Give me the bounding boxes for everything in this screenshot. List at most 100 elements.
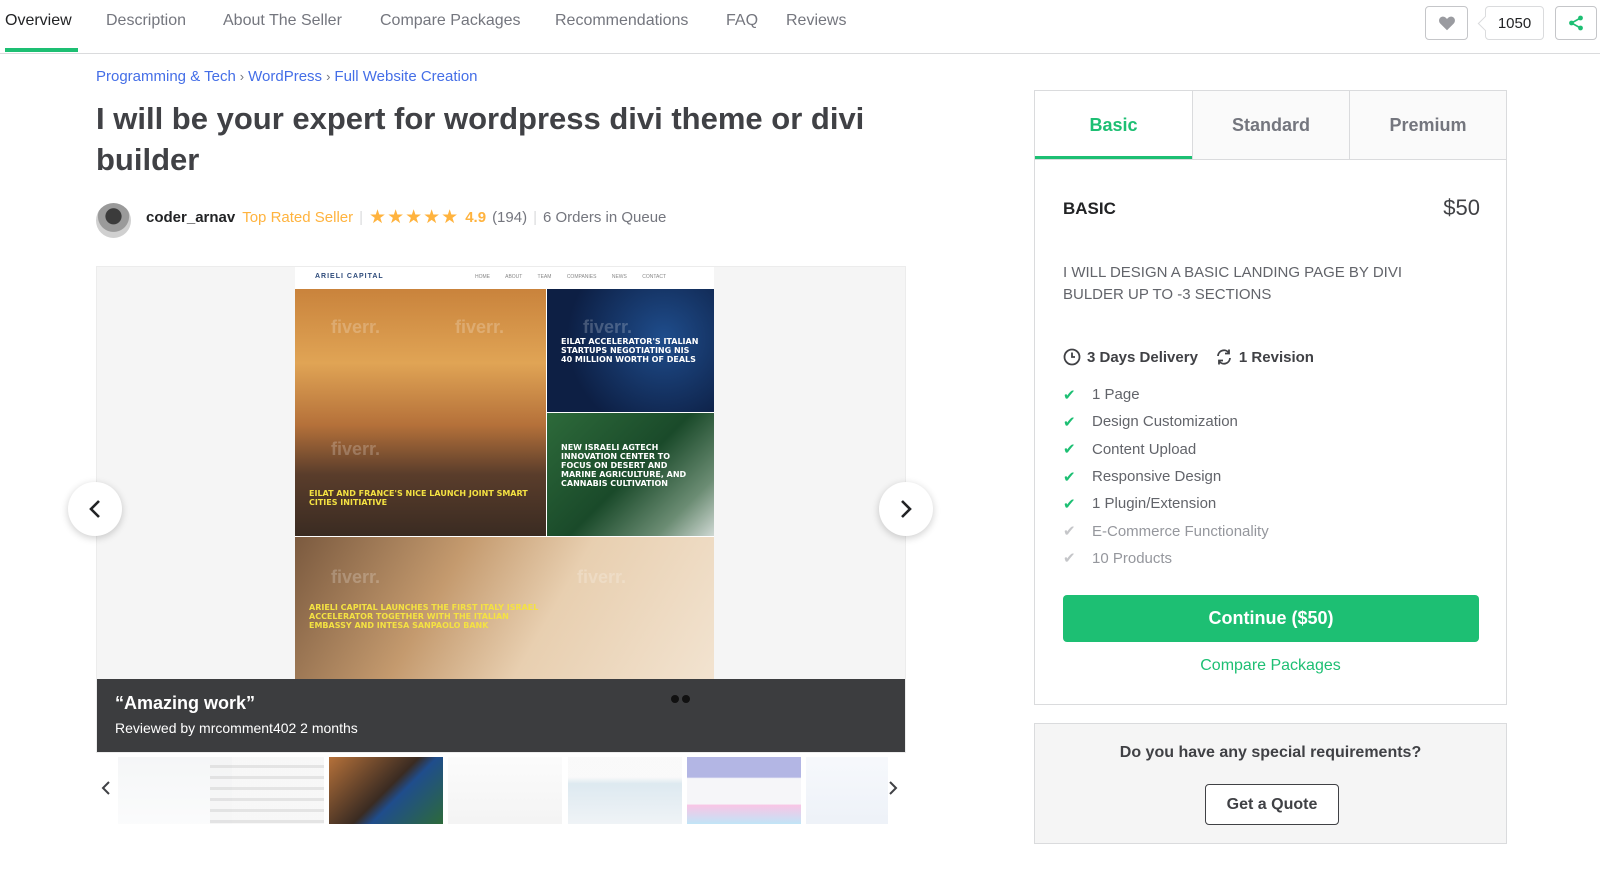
seller-avatar[interactable]	[96, 203, 131, 238]
seller-name[interactable]: coder_arnav	[146, 209, 235, 226]
fiverr-watermark: fiverr.	[583, 317, 633, 337]
preview-headline: Eilat and France's Nice launch joint sma…	[309, 489, 528, 507]
gallery-thumbnail-active[interactable]	[329, 757, 443, 824]
preview-tile: fiverr. fiverr. Arieli Capital launches …	[295, 537, 714, 679]
thumbs-prev-button[interactable]	[101, 779, 111, 802]
feature-label: E-Commerce Functionality	[1092, 522, 1269, 540]
package-panel: Basic Standard Premium BASIC $50 I WILL …	[1034, 90, 1507, 705]
checkmark-icon: ✔	[1063, 413, 1076, 431]
chevron-right-icon	[889, 781, 898, 795]
fiverr-watermark: fiverr.	[331, 567, 381, 587]
feature-label: Content Upload	[1092, 440, 1197, 458]
clock-icon	[1063, 348, 1081, 366]
continue-button[interactable]: Continue ($50)	[1063, 595, 1479, 642]
compare-packages-label[interactable]: Compare Packages	[1200, 657, 1341, 674]
gallery-prev-button[interactable]	[68, 482, 122, 536]
preview-site-header: ARIELI CAPITAL HOME ABOUT TEAM COMPANIES…	[295, 267, 714, 289]
tab-compare-packages[interactable]: Compare Packages	[380, 12, 521, 30]
gallery-thumbnail[interactable]	[687, 757, 801, 824]
feature-label: 1 Page	[1092, 386, 1140, 404]
refresh-icon	[1215, 348, 1233, 366]
favorite-button[interactable]	[1425, 6, 1468, 40]
seller-level-badge: Top Rated Seller	[242, 209, 354, 226]
preview-logo: ARIELI CAPITAL	[315, 273, 384, 280]
package-name: BASIC	[1063, 199, 1116, 218]
gallery-thumbnail[interactable]	[448, 757, 562, 824]
breadcrumb-item-wordpress[interactable]: WordPress	[248, 68, 322, 85]
rating-stars-icon: ★★★★★	[369, 207, 460, 228]
quote-question: Do you have any special requirements?	[1119, 744, 1422, 761]
gallery-thumbnail[interactable]	[806, 757, 888, 824]
feature-item: ✔ 1 Plugin/Extension	[1063, 490, 1269, 517]
chevron-right-icon	[901, 500, 912, 518]
fiverr-watermark: fiverr.	[331, 317, 381, 337]
share-button[interactable]	[1555, 6, 1597, 40]
tab-reviews[interactable]: Reviews	[786, 12, 846, 30]
feature-label: 10 Products	[1092, 549, 1173, 567]
feature-item: ✔ Responsive Design	[1063, 463, 1269, 490]
package-description: I WILL DESIGN A BASIC LANDING PAGE BY DI…	[1063, 264, 1402, 303]
chevron-left-icon	[89, 500, 100, 518]
favorites-count: 1050	[1485, 6, 1544, 40]
gig-gallery: ARIELI CAPITAL HOME ABOUT TEAM COMPANIES…	[96, 266, 906, 753]
preview-menu: HOME ABOUT TEAM COMPANIES NEWS CONTACT	[475, 274, 667, 280]
gallery-next-button[interactable]	[879, 482, 933, 536]
tab-description[interactable]: Description	[106, 12, 186, 30]
get-quote-button[interactable]: Get a Quote	[1205, 784, 1339, 825]
review-caption: “Amazing work” Reviewed by mrcomment402 …	[97, 679, 905, 752]
fiverr-watermark: fiverr.	[577, 567, 627, 587]
tab-faq[interactable]: FAQ	[726, 12, 758, 30]
tab-about-seller[interactable]: About The Seller	[223, 12, 342, 30]
chevron-left-icon	[101, 781, 110, 795]
package-price: $50	[1443, 195, 1480, 220]
checkmark-icon: ✔	[1063, 495, 1076, 513]
tab-recommendations[interactable]: Recommendations	[555, 12, 688, 30]
heart-icon	[1438, 16, 1455, 31]
breadcrumb-item-programming-tech[interactable]: Programming & Tech	[96, 68, 236, 85]
feature-label: Responsive Design	[1092, 468, 1222, 486]
seller-overview: coder_arnav Top Rated Seller | ★★★★★ 4.9…	[146, 207, 667, 228]
gallery-thumbnail[interactable]	[210, 757, 324, 824]
rating-count[interactable]: (194)	[492, 209, 527, 226]
preview-headline: Arieli Capital launches the first Italy …	[309, 603, 539, 630]
share-icon	[1569, 15, 1583, 31]
divider: |	[359, 209, 364, 226]
package-meta: 3 Days Delivery 1 Revision	[1063, 348, 1314, 366]
preview-tile: New Israeli agtech innovation center to …	[547, 413, 714, 536]
thumbs-next-button[interactable]	[888, 779, 898, 802]
package-features: ✔ 1 Page ✔ Design Customization ✔ Content U…	[1063, 381, 1269, 572]
preview-tile: fiverr. Eilat accelerator's Italian star…	[547, 289, 714, 412]
checkmark-icon: ✔	[1063, 523, 1076, 541]
package-tabs: Basic Standard Premium	[1035, 91, 1506, 160]
breadcrumb: Programming & Tech › WordPress › Full Websit…	[96, 68, 478, 85]
gallery-thumbnails	[96, 757, 906, 827]
feature-label: Design Customization	[1092, 413, 1238, 431]
fiverr-watermark: fiverr.	[331, 439, 381, 459]
checkmark-icon: ✔	[1063, 386, 1076, 404]
checkmark-icon: ✔	[1063, 550, 1076, 568]
breadcrumb-separator: ›	[239, 69, 245, 84]
feature-label: 1 Plugin/Extension	[1092, 495, 1217, 513]
package-tab-premium[interactable]: Premium	[1349, 91, 1506, 159]
fiverr-watermark: fiverr.	[455, 317, 505, 337]
gallery-thumbnail[interactable]	[568, 757, 682, 824]
feature-item-excluded: ✔ 10 Products	[1063, 545, 1269, 572]
custom-quote-box: Do you have any special requirements? Ge…	[1034, 723, 1507, 844]
feature-item: ✔ Design Customization	[1063, 408, 1269, 435]
feature-item: ✔ Content Upload	[1063, 436, 1269, 463]
caption-dots	[671, 695, 679, 703]
active-tab-indicator	[5, 48, 78, 52]
preview-headline: New Israeli agtech innovation center to …	[561, 443, 687, 488]
review-quote: “Amazing work”	[115, 693, 256, 713]
tab-overview[interactable]: Overview	[5, 12, 72, 30]
preview-tile: fiverr. fiverr. fiverr. Eilat and France…	[295, 289, 546, 536]
orders-in-queue: 6 Orders in Queue	[543, 209, 667, 226]
package-tab-standard[interactable]: Standard	[1192, 91, 1349, 159]
breadcrumb-item-full-website-creation[interactable]: Full Website Creation	[334, 68, 477, 85]
gig-title: I will be your expert for wordpress divi…	[96, 101, 865, 177]
review-attribution: Reviewed by mrcomment402 2 months	[115, 720, 358, 736]
package-tab-basic[interactable]: Basic	[1035, 91, 1192, 159]
gallery-main-image[interactable]: ARIELI CAPITAL HOME ABOUT TEAM COMPANIES…	[295, 267, 714, 679]
revision-count: 1 Revision	[1238, 348, 1314, 366]
feature-item-excluded: ✔ E-Commerce Functionality	[1063, 517, 1269, 544]
